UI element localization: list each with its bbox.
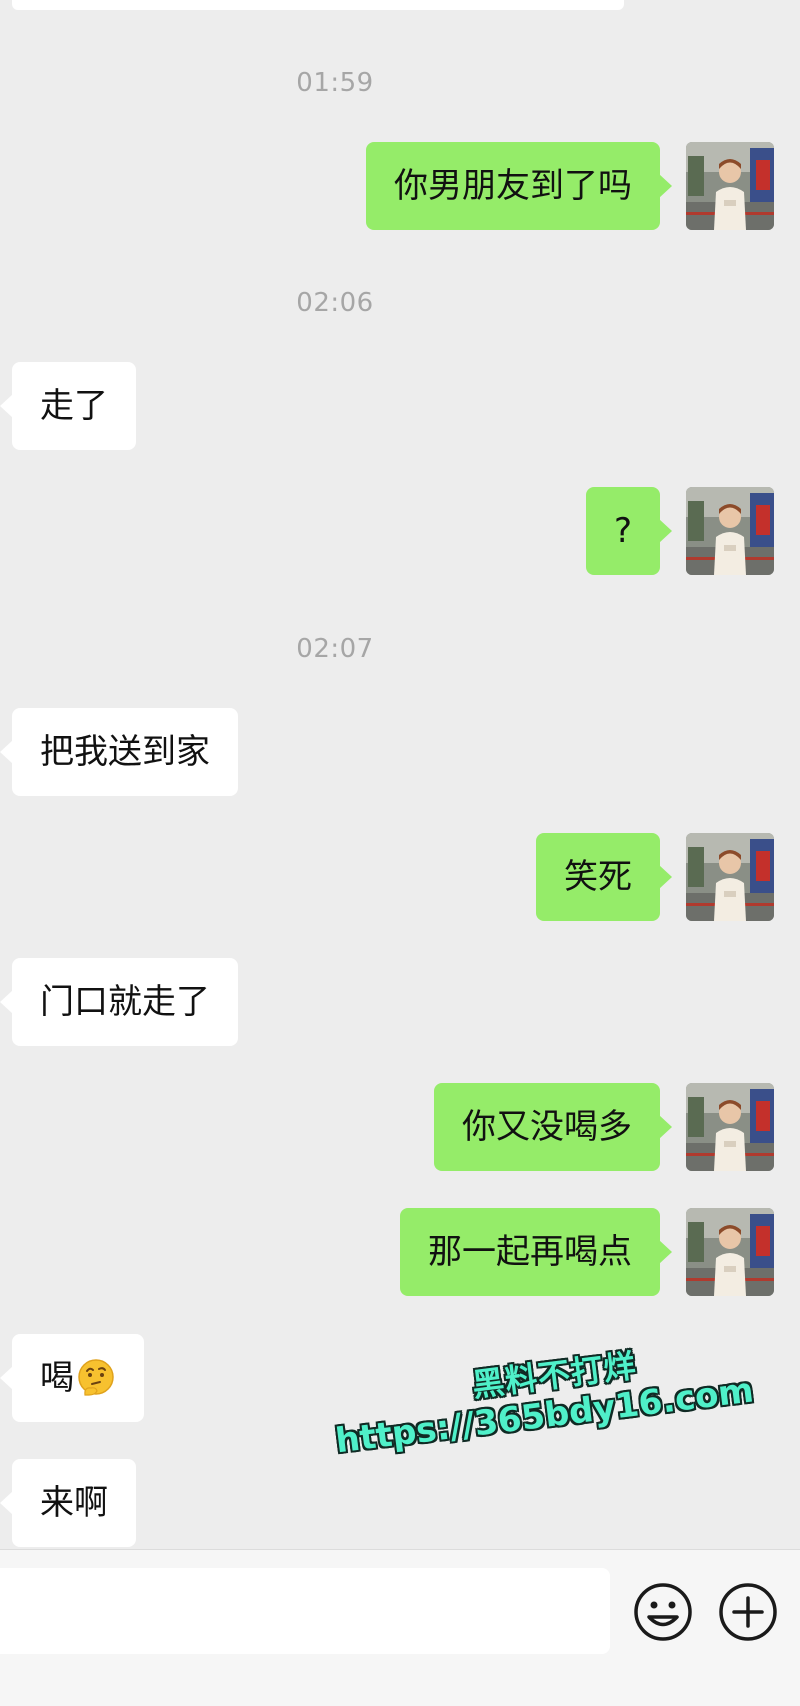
avatar[interactable] — [686, 142, 774, 230]
message-bubble-incoming[interactable]: 把我送到家 — [0, 708, 238, 796]
avatar-photo — [686, 487, 774, 575]
avatar-photo — [686, 833, 774, 921]
message-input[interactable] — [0, 1568, 610, 1654]
message-bubble-outgoing[interactable]: 你男朋友到了吗 — [366, 142, 672, 230]
avatar[interactable] — [686, 1208, 774, 1296]
message-bubble-outgoing[interactable]: 你又没喝多 — [434, 1083, 672, 1171]
message-row-incoming: 来啊 — [0, 1459, 800, 1549]
message-row-outgoing: 你又没喝多 — [0, 1083, 800, 1173]
message-row-incoming: 门口就走了 — [0, 958, 800, 1048]
plus-circle-icon[interactable] — [716, 1580, 780, 1644]
chat-screen: 01:59 你男朋友到了吗 02:06 走了 ? 02:07 把我送到家 笑死 … — [0, 0, 800, 1706]
message-bubble-incoming[interactable]: 来啊 — [0, 1459, 136, 1547]
avatar-photo — [686, 1208, 774, 1296]
message-row-incoming: 把我送到家 — [0, 708, 800, 798]
smiley-icon[interactable] — [631, 1580, 695, 1644]
timestamp: 02:07 — [296, 634, 374, 664]
timestamp: 01:59 — [296, 68, 374, 98]
input-bar — [0, 1549, 800, 1706]
thinking-face-icon — [78, 1358, 114, 1396]
message-bubble-outgoing[interactable]: 笑死 — [536, 833, 672, 921]
message-row-incoming: 走了 — [0, 362, 800, 452]
previous-message-bubble[interactable] — [12, 0, 624, 10]
avatar-photo — [686, 142, 774, 230]
avatar[interactable] — [686, 487, 774, 575]
avatar[interactable] — [686, 833, 774, 921]
message-bubble-incoming[interactable]: 门口就走了 — [0, 958, 238, 1046]
timestamp: 02:06 — [296, 288, 374, 318]
message-row-outgoing: 那一起再喝点 — [0, 1208, 800, 1298]
message-row-outgoing: 笑死 — [0, 833, 800, 923]
message-bubble-incoming[interactable]: 走了 — [0, 362, 136, 450]
avatar[interactable] — [686, 1083, 774, 1171]
avatar-photo — [686, 1083, 774, 1171]
message-bubble-outgoing[interactable]: 那一起再喝点 — [400, 1208, 672, 1296]
message-text: 喝 — [40, 1358, 74, 1398]
message-row-outgoing: 你男朋友到了吗 — [0, 142, 800, 232]
message-bubble-incoming[interactable]: 喝 — [0, 1334, 144, 1422]
message-row-outgoing: ? — [0, 487, 800, 577]
message-bubble-outgoing[interactable]: ? — [585, 487, 673, 575]
